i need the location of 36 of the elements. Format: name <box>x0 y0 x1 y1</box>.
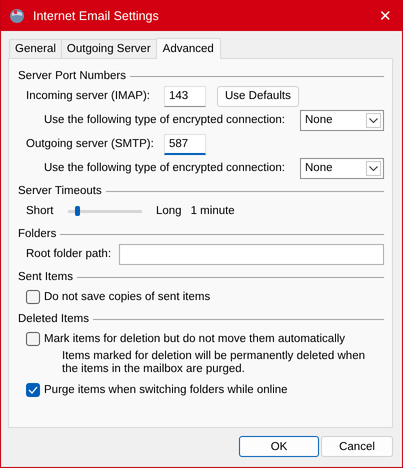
encryption-dropdown[interactable]: None <box>300 110 384 130</box>
dialog-button[interactable]: OK <box>239 436 319 457</box>
caret-icon <box>366 160 381 176</box>
tab[interactable]: General <box>9 39 62 58</box>
field-label: Incoming server (IMAP): <box>26 90 151 102</box>
slider-label: Long <box>156 205 182 217</box>
section-heading: Folders <box>18 228 56 240</box>
section-heading: Server Timeouts <box>18 185 102 197</box>
dialog-button[interactable]: Cancel <box>321 436 393 457</box>
close-button[interactable]: ✕ <box>379 6 392 24</box>
section-heading: Deleted Items <box>18 313 89 325</box>
note-text: Items marked for deletion will be permanently deleted when the items in the mailbox are purged. <box>61 350 366 376</box>
globe-icon <box>9 8 25 24</box>
port-field[interactable]: 587 <box>164 134 206 154</box>
checkbox[interactable] <box>26 290 40 304</box>
section-heading: Sent Items <box>18 271 73 283</box>
slider-thumb[interactable] <box>75 206 80 216</box>
root-folder-field[interactable] <box>119 244 384 264</box>
slider-label: Short <box>26 205 54 217</box>
field-label: Outgoing server (SMTP): <box>26 138 155 150</box>
checkbox[interactable] <box>26 382 40 396</box>
caret-icon <box>366 112 381 128</box>
checkbox[interactable] <box>26 332 40 346</box>
timeout-reading: 1 minute <box>190 205 235 217</box>
port-field[interactable]: 143 <box>164 86 206 106</box>
checkbox-label[interactable]: Do not save copies of sent items <box>44 290 210 302</box>
use-defaults-button[interactable]: Use Defaults <box>217 86 299 106</box>
section-heading: Server Port Numbers <box>18 70 126 82</box>
field-label: Use the following type of encrypted connection: <box>44 162 286 174</box>
field-label: Use the following type of encrypted connection: <box>44 114 286 126</box>
field-label: Root folder path: <box>26 248 112 260</box>
window-title: Internet Email Settings <box>33 8 160 22</box>
encryption-dropdown[interactable]: None <box>300 158 384 178</box>
checkbox-label[interactable]: Mark items for deletion but do not move them automatically <box>44 332 346 344</box>
checkbox-label[interactable]: Purge items when switching folders while online <box>44 384 288 396</box>
tab[interactable]: Advanced <box>156 38 221 59</box>
